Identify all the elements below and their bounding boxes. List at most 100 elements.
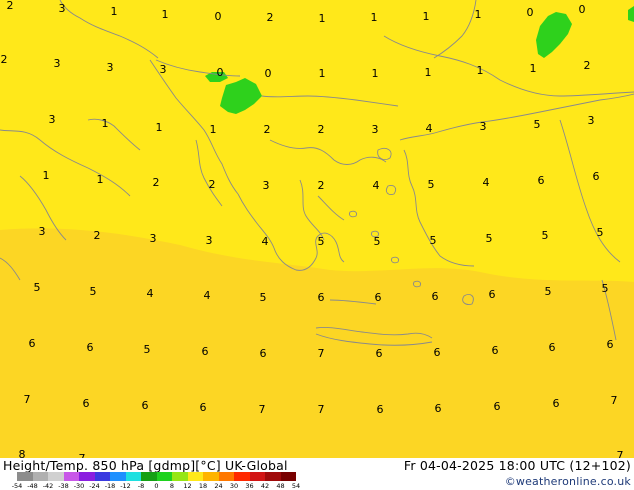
isotherm-value: 3 xyxy=(479,120,487,133)
scale-swatch xyxy=(79,472,95,481)
isotherm-value: 1 xyxy=(101,117,109,130)
isotherm-value: 5 xyxy=(596,226,604,239)
scale-tick: 24 xyxy=(214,482,223,490)
isotherm-value: 5 xyxy=(317,235,325,248)
isotherm-value: 6 xyxy=(201,345,209,358)
isotherm-value: 4 xyxy=(261,235,269,248)
isotherm-value: 2 xyxy=(208,178,216,191)
isotherm-value: 5 xyxy=(533,118,541,131)
scale-swatch xyxy=(172,472,188,481)
isotherm-value: 6 xyxy=(433,346,441,359)
scale-swatch xyxy=(32,472,48,481)
isotherm-value: 2 xyxy=(583,59,591,72)
isotherm-value: 6 xyxy=(493,400,501,413)
scale-tick: 36 xyxy=(245,482,254,490)
isotherm-value: 5 xyxy=(259,291,267,304)
isotherm-value: 6 xyxy=(592,170,600,183)
isotherm-value: 5 xyxy=(485,232,493,245)
isotherm-value: 2 xyxy=(0,53,8,66)
scale-swatch xyxy=(265,472,281,481)
isotherm-value: 0 xyxy=(526,6,534,19)
isotherm-value: 6 xyxy=(259,347,267,360)
isotherm-value: 2 xyxy=(266,11,274,24)
scale-swatch xyxy=(249,472,265,481)
isotherm-value: 1 xyxy=(209,123,217,136)
isotherm-value: 7 xyxy=(616,449,624,459)
scale-swatch xyxy=(156,472,172,481)
isotherm-value: 4 xyxy=(372,179,380,192)
footer: Height/Temp. 850 hPa [gdmp][°C] UK-Globa… xyxy=(0,458,634,490)
isotherm-value: 8 xyxy=(18,448,26,459)
isotherm-value: 3 xyxy=(587,114,595,127)
isotherm-value: 6 xyxy=(28,337,36,350)
map-title: Height/Temp. 850 hPa [gdmp][°C] UK-Globa… xyxy=(3,458,288,473)
isotherm-value: 1 xyxy=(370,11,378,24)
isotherm-value: 1 xyxy=(318,67,326,80)
scale-tick: 54 xyxy=(291,482,301,490)
scale-swatch xyxy=(234,472,250,481)
isotherm-value: 1 xyxy=(155,121,163,134)
scale-swatch xyxy=(141,472,157,481)
isotherm-value: 7 xyxy=(317,347,325,360)
isotherm-value: 3 xyxy=(53,57,61,70)
isotherm-value: 7 xyxy=(610,394,618,407)
scale-tick: 48 xyxy=(276,482,285,490)
scale-swatch xyxy=(218,472,234,481)
isotherm-value: 3 xyxy=(205,234,213,247)
isotherm-value: 6 xyxy=(488,288,496,301)
isotherm-value: 3 xyxy=(371,123,379,136)
isotherm-value: 6 xyxy=(376,403,384,416)
scale-swatch xyxy=(17,472,33,481)
credit-link[interactable]: ©weatheronline.co.uk xyxy=(505,475,631,488)
isotherm-value: 7 xyxy=(317,403,325,416)
isotherm-value: 3 xyxy=(159,63,167,76)
isotherm-value: 1 xyxy=(110,5,118,18)
isotherm-value: 1 xyxy=(476,64,484,77)
isotherm-value: 5 xyxy=(33,281,41,294)
isotherm-value: 1 xyxy=(318,12,326,25)
isotherm-value: 0 xyxy=(216,66,224,79)
isotherm-value: 2 xyxy=(6,0,14,12)
isotherm-value: 4 xyxy=(146,287,154,300)
isotherm-value: 3 xyxy=(48,113,56,126)
scale-tick: 30 xyxy=(229,482,239,490)
scale-swatch xyxy=(94,472,110,481)
isotherm-value: 2 xyxy=(263,123,271,136)
scale-tick: 12 xyxy=(183,482,192,490)
isotherm-value: 1 xyxy=(161,8,169,21)
scale-swatch xyxy=(280,472,296,481)
isotherm-value: 6 xyxy=(491,344,499,357)
isotherm-value: 4 xyxy=(482,176,490,189)
isotherm-value: 3 xyxy=(58,2,66,15)
scale-tick: 42 xyxy=(260,482,270,490)
isotherm-value: 3 xyxy=(262,179,270,192)
scale-tick: -38 xyxy=(58,482,69,490)
isotherm-value: 0 xyxy=(214,10,222,23)
scale-swatch xyxy=(187,472,203,481)
isotherm-value: 6 xyxy=(86,341,94,354)
scale-tick: 8 xyxy=(169,482,175,490)
isotherm-value: 7 xyxy=(23,393,31,406)
scale-tick: 0 xyxy=(154,482,159,490)
scale-swatch xyxy=(110,472,126,481)
isotherm-value: 6 xyxy=(141,399,149,412)
scale-tick: 18 xyxy=(198,482,208,490)
isotherm-value: 0 xyxy=(578,3,586,16)
color-scale-legend: -54 -48 -42 -38 -30 -24 -18 -12 -8 0 8 12 18 24 30 36 42… xyxy=(12,472,301,490)
isotherm-value: 5 xyxy=(89,285,97,298)
isotherm-value: 5 xyxy=(143,343,151,356)
scale-tick: -48 xyxy=(27,482,38,490)
map-datetime: Fr 04-04-2025 18:00 UTC (12+102) xyxy=(403,458,631,473)
isotherm-value: 5 xyxy=(427,178,435,191)
isotherm-value: 1 xyxy=(371,67,379,80)
scale-swatch xyxy=(203,472,219,481)
isotherm-value: 2 xyxy=(317,179,325,192)
scale-tick: -30 xyxy=(73,482,85,490)
isotherm-value: 6 xyxy=(82,397,90,410)
isotherm-value: 4 xyxy=(203,289,211,302)
isotherm-value: 6 xyxy=(548,341,556,354)
scale-tick: -54 xyxy=(11,482,23,490)
isotherm-value: 6 xyxy=(431,290,439,303)
scale-tick: -12 xyxy=(120,482,131,490)
isotherm-value: 6 xyxy=(374,291,382,304)
